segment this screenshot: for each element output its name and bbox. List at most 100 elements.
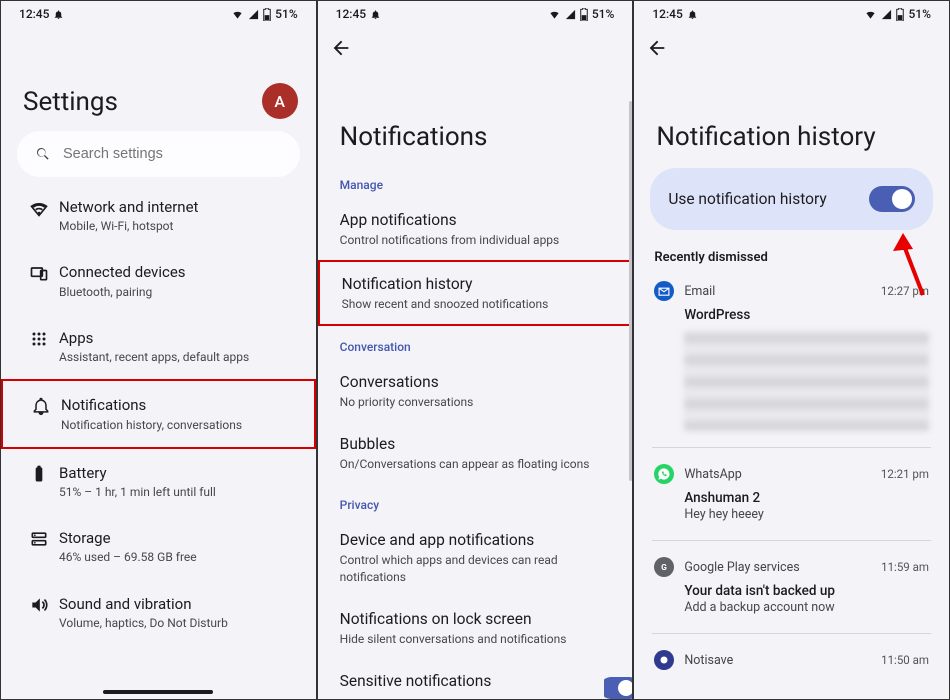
row-subtitle: Assistant, recent apps, default apps	[59, 349, 296, 365]
row-subtitle: On/Conversations can appear as floating …	[340, 456, 611, 472]
row-subtitle: Show recent and snoozed notifications	[342, 296, 609, 312]
row-title: App notifications	[340, 210, 611, 231]
status-time: 12:45	[336, 7, 366, 21]
settings-row-wifi[interactable]: Network and internetMobile, Wi-Fi, hotsp…	[1, 183, 316, 248]
page-title: Notifications	[318, 114, 633, 164]
search-icon	[35, 145, 51, 163]
ns-app-icon	[654, 650, 674, 670]
row-title: Notification history	[342, 274, 609, 295]
row-subtitle: Control notifications from individual ap…	[340, 232, 611, 248]
settings-row-bell[interactable]: Notifications Notification history, conve…	[1, 379, 316, 448]
notif-text: Hey hey heeey	[684, 507, 929, 522]
signal-icon	[881, 9, 892, 20]
battery-icon	[896, 8, 904, 21]
signal-icon	[565, 9, 576, 20]
notif-setting-row[interactable]: Sensitive notifications	[318, 659, 633, 700]
notif-title: Anshuman 2	[684, 490, 929, 506]
section-header: Conversation	[318, 326, 633, 360]
arrow-back-icon	[330, 37, 352, 59]
history-toggle-card[interactable]: Use notification history	[650, 168, 933, 230]
apps-icon	[29, 329, 49, 349]
notif-text: Add a backup account now	[684, 600, 929, 615]
wifi-icon	[548, 9, 561, 20]
sensitive-toggle[interactable]	[604, 677, 632, 699]
row-title: Network and internet	[59, 197, 296, 217]
battery-icon	[29, 464, 49, 484]
settings-row-storage[interactable]: Storage46% used – 69.58 GB free	[1, 514, 316, 579]
row-title: Apps	[59, 328, 296, 348]
notif-time: 11:59 am	[881, 560, 929, 574]
section-header: Manage	[318, 164, 633, 198]
nav-handle[interactable]	[103, 690, 213, 694]
devices-icon	[29, 263, 49, 283]
row-subtitle: Volume, haptics, Do Not Disturb	[59, 615, 296, 631]
settings-row-battery[interactable]: Battery51% – 1 hr, 1 min left until full	[1, 449, 316, 514]
status-time: 12:45	[652, 7, 682, 21]
row-title: Conversations	[340, 372, 611, 393]
divider	[652, 447, 931, 448]
gp-app-icon: G	[654, 557, 674, 577]
battery-icon	[263, 8, 271, 21]
notif-setting-row[interactable]: Notifications on lock screenHide silent …	[318, 597, 633, 659]
notif-setting-row[interactable]: Notification historyShow recent and snoo…	[318, 260, 633, 326]
row-title: Connected devices	[59, 262, 296, 282]
dismissed-notification[interactable]: G Google Play services 11:59 am Your data i…	[634, 547, 949, 627]
page-title: Notification history	[634, 114, 949, 164]
profile-avatar[interactable]: A	[262, 83, 298, 119]
notif-title: Your data isn't backed up	[684, 583, 929, 599]
back-button[interactable]	[634, 23, 676, 66]
back-button[interactable]	[318, 23, 360, 66]
status-bar: 12:45 51%	[318, 1, 633, 23]
scrollbar[interactable]	[629, 101, 632, 481]
settings-row-sound[interactable]: Sound and vibrationVolume, haptics, Do N…	[1, 580, 316, 645]
notif-setting-row[interactable]: App notificationsControl notifications f…	[318, 198, 633, 260]
app-name: Email	[684, 284, 871, 299]
row-subtitle: Bluetooth, pairing	[59, 284, 296, 300]
divider	[652, 633, 931, 634]
notif-setting-row[interactable]: Device and app notificationsControl whic…	[318, 518, 633, 596]
screen-notifications: 12:45 51% Notifications ManageApp notifi…	[317, 0, 634, 700]
status-bar: 12:45 51%	[634, 1, 949, 23]
row-subtitle: Mobile, Wi-Fi, hotspot	[59, 218, 296, 234]
status-battery: 51%	[592, 7, 614, 21]
notif-time: 12:21 pm	[881, 467, 929, 481]
settings-row-devices[interactable]: Connected devices Bluetooth, pairing	[1, 248, 316, 313]
wifi-icon	[29, 198, 49, 218]
divider	[652, 540, 931, 541]
row-title: Sound and vibration	[59, 594, 296, 614]
notif-setting-row[interactable]: BubblesOn/Conversations can appear as fl…	[318, 422, 633, 484]
row-title: Sensitive notifications	[340, 671, 611, 692]
dismissed-notification[interactable]: WhatsApp 12:21 pm Anshuman 2Hey hey heeey	[634, 454, 949, 534]
mail-app-icon	[654, 281, 674, 301]
section-header: Privacy	[318, 484, 633, 518]
battery-icon	[580, 8, 588, 21]
status-bar: 12:45 51%	[1, 1, 316, 23]
row-title: Device and app notifications	[340, 530, 611, 551]
row-subtitle: Notification history, conversations	[61, 417, 294, 433]
bell-outline-icon	[687, 9, 698, 20]
search-input[interactable]	[63, 146, 282, 162]
app-name: Notisave	[684, 653, 871, 668]
sound-icon	[29, 595, 49, 615]
toggle-label: Use notification history	[668, 190, 826, 208]
annotation-arrow	[889, 233, 935, 303]
settings-row-apps[interactable]: AppsAssistant, recent apps, default apps	[1, 314, 316, 379]
notif-setting-row[interactable]: ConversationsNo priority conversations	[318, 360, 633, 422]
dismissed-notification[interactable]: Notisave11:50 am	[634, 640, 949, 680]
blurred-content	[684, 331, 929, 431]
status-time: 12:45	[19, 7, 49, 21]
bell-outline-icon	[53, 9, 64, 20]
row-title: Notifications	[61, 395, 294, 415]
search-bar[interactable]	[17, 131, 300, 177]
wifi-icon	[864, 9, 877, 20]
row-title: Battery	[59, 463, 296, 483]
bell-icon	[31, 396, 51, 416]
history-toggle[interactable]	[869, 186, 915, 212]
app-name: WhatsApp	[684, 467, 871, 482]
screen-settings: 12:45 51% A Settings Network and interne…	[0, 0, 317, 700]
status-battery: 51%	[908, 7, 930, 21]
app-name: Google Play services	[684, 560, 871, 575]
status-battery: 51%	[275, 7, 297, 21]
row-subtitle: Control which apps and devices can read …	[340, 552, 611, 584]
row-title: Notifications on lock screen	[340, 609, 611, 630]
